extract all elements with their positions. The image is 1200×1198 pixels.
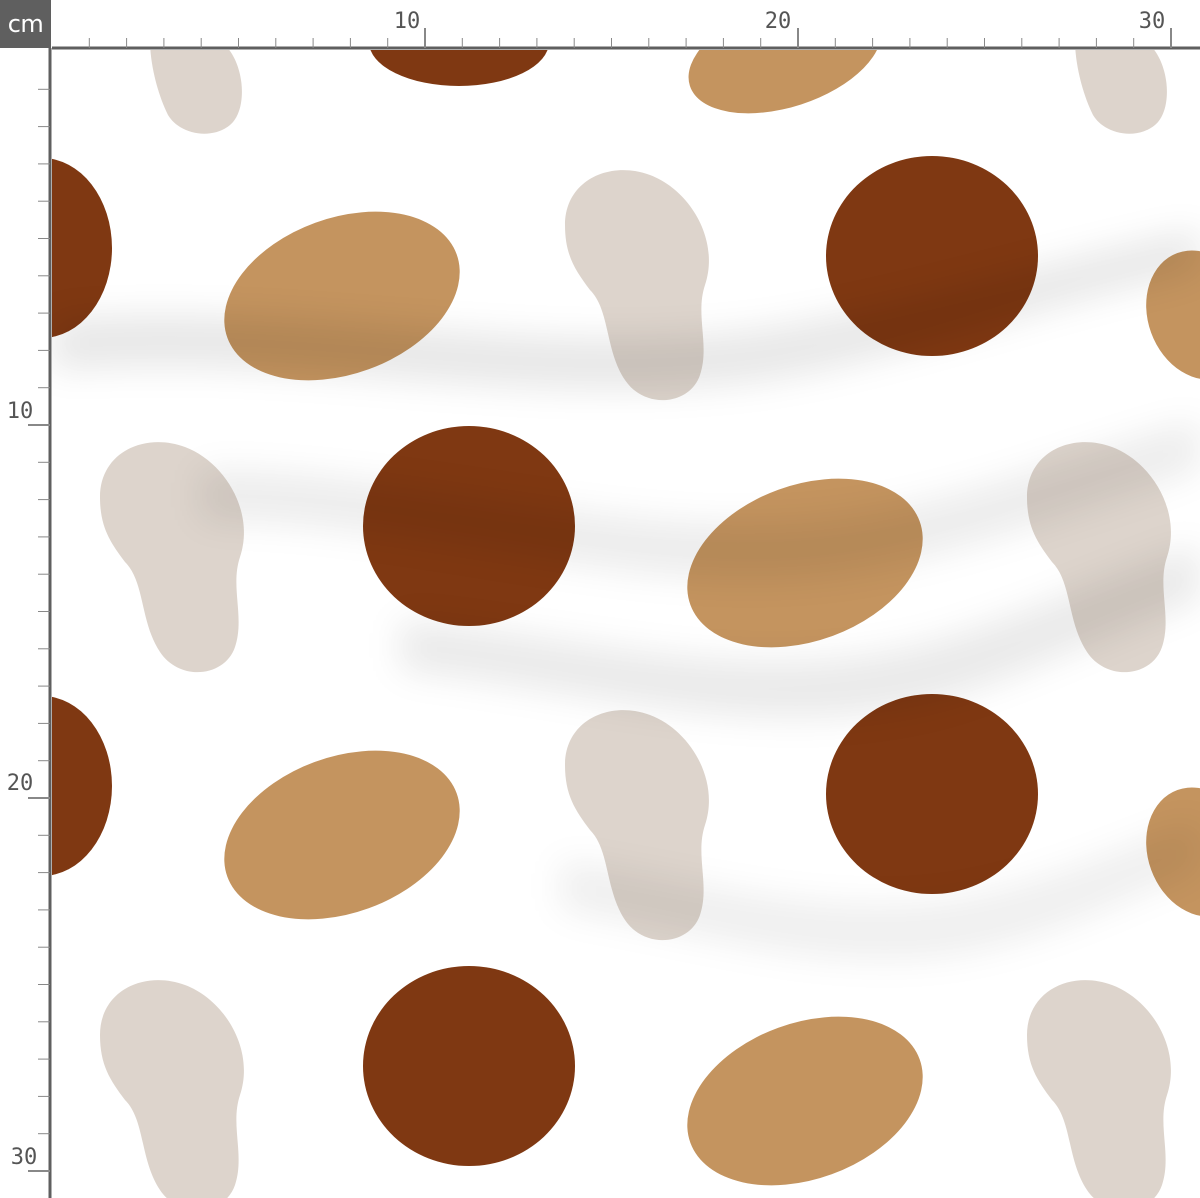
fabric-preview: 10 20 30 10 20 30	[0, 0, 1200, 1198]
top-ruler-label-20: 20	[765, 9, 792, 34]
top-ruler-bg	[0, 0, 1200, 50]
top-ruler-label-30: 30	[1139, 9, 1166, 34]
unit-badge: cm	[0, 0, 51, 48]
left-ruler-bg	[0, 50, 50, 1198]
rust-dot	[826, 694, 1038, 894]
rust-dot	[363, 966, 575, 1166]
left-ruler-label-30: 30	[11, 1145, 38, 1170]
fabric-area	[52, 50, 1200, 1198]
left-ruler-label-20: 20	[7, 771, 34, 796]
left-ruler-label-10: 10	[7, 399, 34, 424]
top-ruler: 10 20 30	[0, 0, 1200, 50]
left-ruler: 10 20 30	[0, 48, 52, 1198]
top-ruler-label-10: 10	[394, 9, 421, 34]
